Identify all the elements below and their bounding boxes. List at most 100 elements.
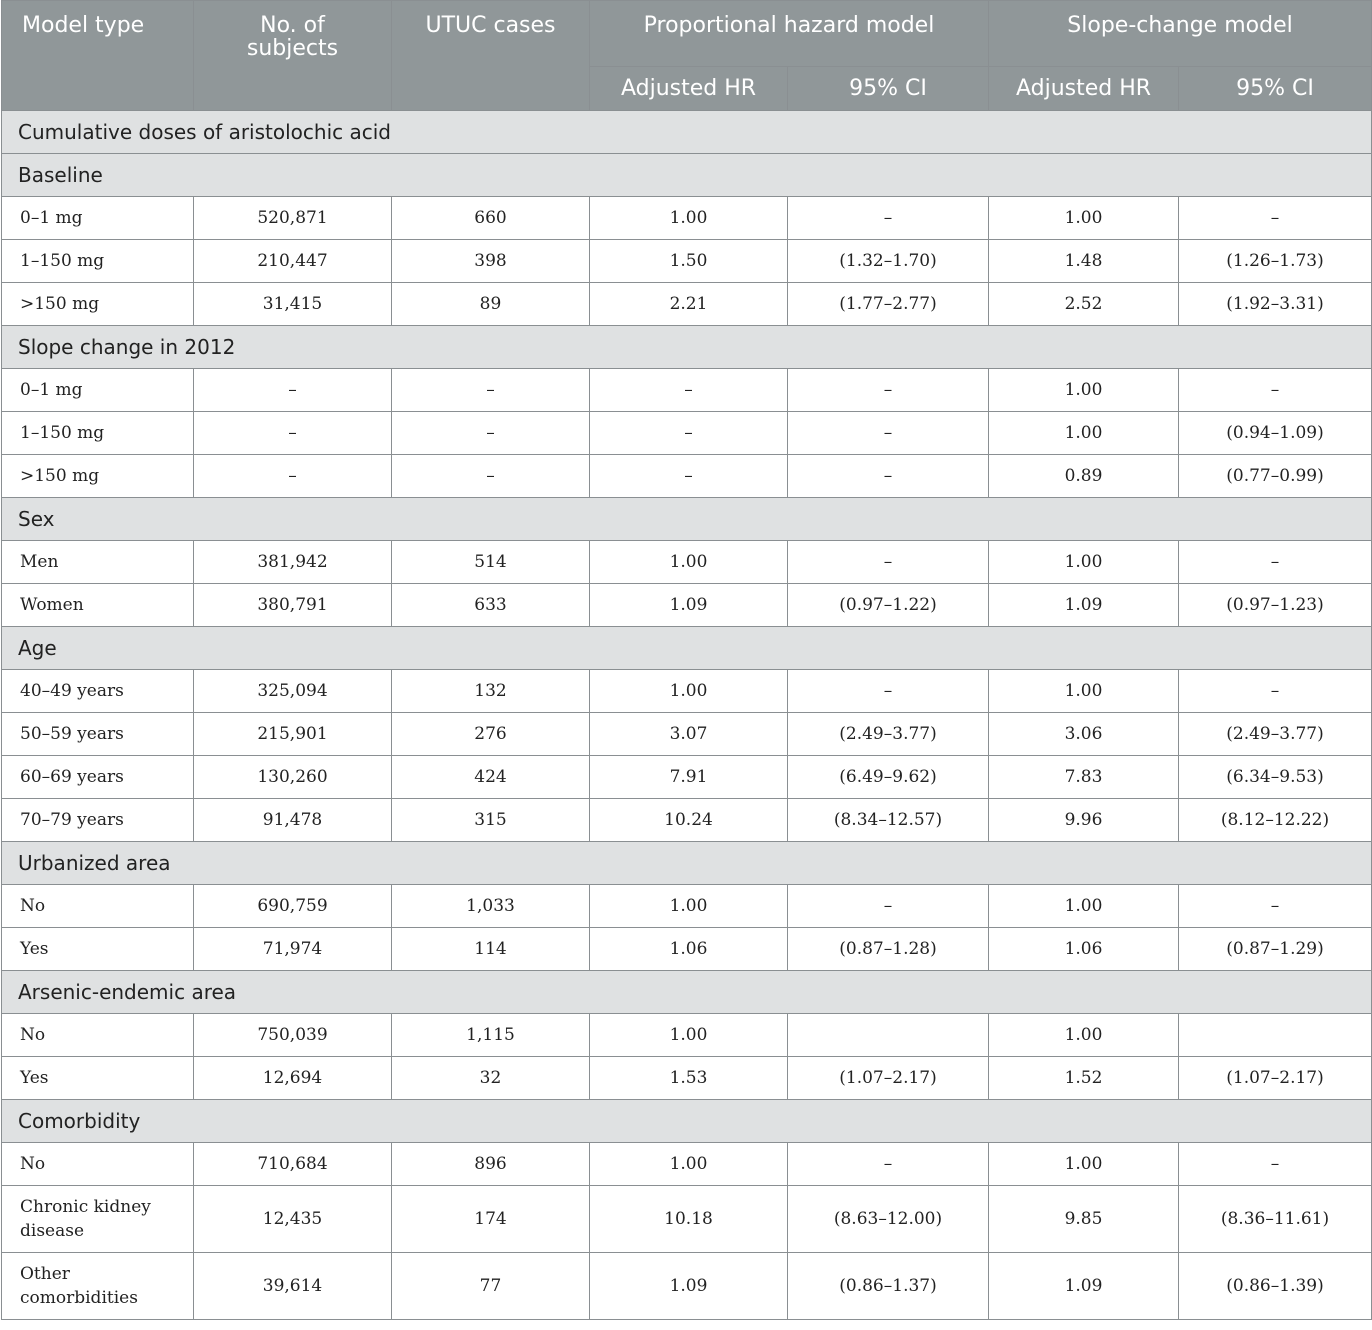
- section-row: Cumulative doses of aristolochic acid: [1, 110, 1372, 154]
- cell-slope-ci: [1178, 1013, 1372, 1057]
- cell-slope-ci: –: [1178, 540, 1372, 584]
- section-title: Sex: [1, 497, 1372, 541]
- cell-slope-ci: (1.26–1.73): [1178, 239, 1372, 283]
- cell-prop-ci: [787, 1013, 989, 1057]
- cell-slope-ci: –: [1178, 1142, 1372, 1186]
- cell-slope-ci: –: [1178, 884, 1372, 928]
- cell-slope-ci: –: [1178, 669, 1372, 713]
- cell-utuc-cases: 1,115: [391, 1013, 590, 1057]
- cell-prop-ci: –: [787, 540, 989, 584]
- cell-label: Men: [1, 540, 194, 584]
- cell-prop-ci: (0.97–1.22): [787, 583, 989, 627]
- cell-slope-adjusted-hr: 1.52: [988, 1056, 1179, 1100]
- cell-subjects: 710,684: [193, 1142, 392, 1186]
- cell-slope-adjusted-hr: 0.89: [988, 454, 1179, 498]
- cell-label: Other comorbidities: [1, 1252, 194, 1320]
- cell-prop-ci: (1.32–1.70): [787, 239, 989, 283]
- cell-prop-adjusted-hr: –: [589, 454, 788, 498]
- section-title: Cumulative doses of aristolochic acid: [1, 110, 1372, 154]
- cell-prop-ci: –: [787, 411, 989, 455]
- cell-utuc-cases: 132: [391, 669, 590, 713]
- header-proportional-hazard-model: Proportional hazard model: [589, 0, 989, 67]
- cell-subjects: 750,039: [193, 1013, 392, 1057]
- cell-slope-adjusted-hr: 1.00: [988, 368, 1179, 412]
- cell-prop-adjusted-hr: 1.00: [589, 540, 788, 584]
- cell-utuc-cases: 1,033: [391, 884, 590, 928]
- cell-slope-adjusted-hr: 9.85: [988, 1185, 1179, 1253]
- cell-prop-adjusted-hr: 2.21: [589, 282, 788, 326]
- cell-utuc-cases: 896: [391, 1142, 590, 1186]
- table-row: Yes 71,974 114 1.06 (0.87–1.28) 1.06 (0.87–1.2…: [1, 927, 1372, 971]
- cell-subjects: 381,942: [193, 540, 392, 584]
- table-row: 1–150 mg 210,447 398 1.50 (1.32–1.70) 1.48 (1.…: [1, 239, 1372, 283]
- section-row: Baseline: [1, 153, 1372, 197]
- cell-slope-ci: –: [1178, 196, 1372, 240]
- cell-slope-ci: (8.12–12.22): [1178, 798, 1372, 842]
- table-row: No 710,684 896 1.00–1.00–: [1, 1142, 1372, 1186]
- cell-prop-ci: (0.86–1.37): [787, 1252, 989, 1320]
- cell-prop-ci: –: [787, 454, 989, 498]
- cell-subjects: –: [193, 411, 392, 455]
- cell-slope-adjusted-hr: 1.09: [988, 583, 1179, 627]
- cell-slope-adjusted-hr: 1.09: [988, 1252, 1179, 1320]
- cell-slope-adjusted-hr: 7.83: [988, 755, 1179, 799]
- cell-slope-ci: (0.86–1.39): [1178, 1252, 1372, 1320]
- cell-label: 60–69 years: [1, 755, 194, 799]
- cell-slope-adjusted-hr: 1.06: [988, 927, 1179, 971]
- cell-label: 50–59 years: [1, 712, 194, 756]
- header-slope-ci: 95% CI: [1178, 66, 1372, 111]
- cell-subjects: 31,415: [193, 282, 392, 326]
- cell-label: No: [1, 1142, 194, 1186]
- cell-utuc-cases: 89: [391, 282, 590, 326]
- cell-utuc-cases: 660: [391, 196, 590, 240]
- cell-slope-ci: (6.34–9.53): [1178, 755, 1372, 799]
- cell-subjects: –: [193, 368, 392, 412]
- cell-slope-adjusted-hr: 1.00: [988, 884, 1179, 928]
- cell-label: No: [1, 1013, 194, 1057]
- cell-utuc-cases: 32: [391, 1056, 590, 1100]
- table-row: Other comorbidities 39,614 77 1.09 (0.86–1.3…: [1, 1252, 1372, 1320]
- cell-subjects: 215,901: [193, 712, 392, 756]
- section-title: Arsenic-endemic area: [1, 970, 1372, 1014]
- cell-slope-adjusted-hr: 1.00: [988, 1142, 1179, 1186]
- cell-label: Women: [1, 583, 194, 627]
- header-prop-ci: 95% CI: [787, 66, 989, 111]
- cell-prop-adjusted-hr: 3.07: [589, 712, 788, 756]
- cell-slope-ci: (0.94–1.09): [1178, 411, 1372, 455]
- cell-subjects: 71,974: [193, 927, 392, 971]
- cell-prop-adjusted-hr: 1.09: [589, 583, 788, 627]
- header-prop-adjusted-hr: Adjusted HR: [589, 66, 788, 111]
- cell-slope-adjusted-hr: 1.00: [988, 669, 1179, 713]
- cell-slope-adjusted-hr: 1.00: [988, 411, 1179, 455]
- table-row: 60–69 years 130,260 424 7.91 (6.49–9.62) 7.83…: [1, 755, 1372, 799]
- table-row: Chronic kidney disease 12,435 174 10.18 (8.6…: [1, 1185, 1372, 1253]
- section-title: Comorbidity: [1, 1099, 1372, 1143]
- cell-slope-ci: (0.77–0.99): [1178, 454, 1372, 498]
- cell-prop-adjusted-hr: 1.00: [589, 669, 788, 713]
- table-body: Cumulative doses of aristolochic acid Bas…: [1, 110, 1372, 1320]
- cell-prop-ci: (8.63–12.00): [787, 1185, 989, 1253]
- table-row: >150 mg 31,415 89 2.21 (1.77–2.77) 2.52 (1.92–…: [1, 282, 1372, 326]
- table-row: 0–1 mg 520,871 660 1.00–1.00–: [1, 196, 1372, 240]
- cell-prop-adjusted-hr: 1.00: [589, 196, 788, 240]
- cell-slope-ci: –: [1178, 368, 1372, 412]
- cell-slope-adjusted-hr: 1.00: [988, 1013, 1179, 1057]
- cell-label: 70–79 years: [1, 798, 194, 842]
- cell-utuc-cases: 514: [391, 540, 590, 584]
- table-row: 1–150 mg – – – –1.00 (0.94–1.09): [1, 411, 1372, 455]
- table-row: Men 381,942 514 1.00–1.00–: [1, 540, 1372, 584]
- cell-subjects: 210,447: [193, 239, 392, 283]
- header-slope-change-model: Slope-change model: [988, 0, 1372, 67]
- cell-slope-adjusted-hr: 1.00: [988, 196, 1179, 240]
- results-table: Model type No. of subjects UTUC cases Pr…: [1, 0, 1372, 1320]
- cell-prop-adjusted-hr: 1.53: [589, 1056, 788, 1100]
- cell-label: Chronic kidney disease: [1, 1185, 194, 1253]
- table-header: Model type No. of subjects UTUC cases Pr…: [1, 0, 1372, 111]
- cell-label: 0–1 mg: [1, 368, 194, 412]
- cell-utuc-cases: 114: [391, 927, 590, 971]
- cell-prop-adjusted-hr: 1.00: [589, 884, 788, 928]
- cell-subjects: 130,260: [193, 755, 392, 799]
- cell-prop-adjusted-hr: 1.06: [589, 927, 788, 971]
- cell-utuc-cases: –: [391, 454, 590, 498]
- cell-prop-adjusted-hr: 1.00: [589, 1142, 788, 1186]
